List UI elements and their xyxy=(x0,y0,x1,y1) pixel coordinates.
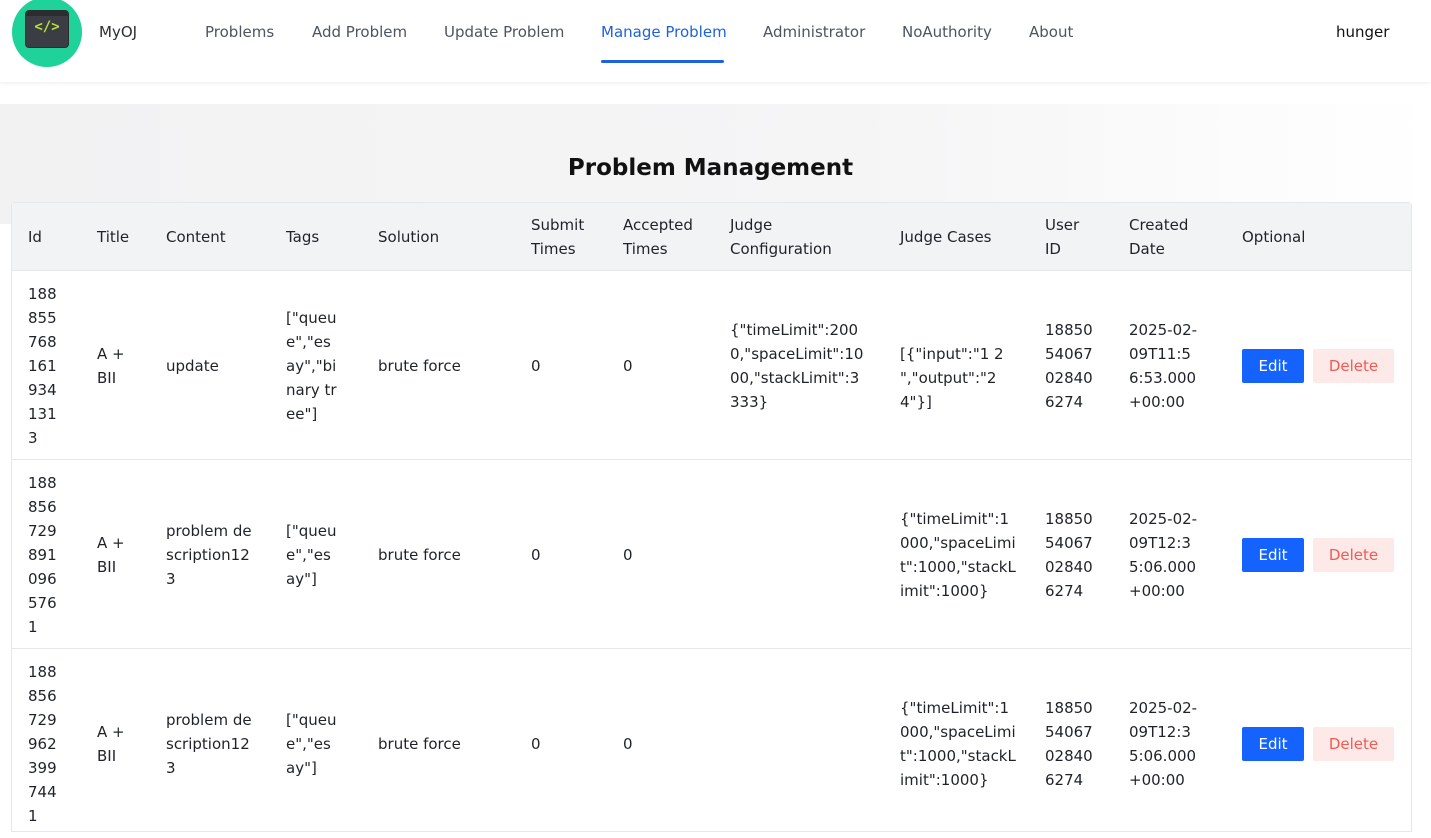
cell-tags: ["queue","esay","binary tree"] xyxy=(286,309,337,423)
logo-code-glyph: </> xyxy=(34,19,60,35)
terminal-titlebar xyxy=(26,11,68,16)
cell-content: update xyxy=(166,357,219,375)
cell-solution: brute force xyxy=(378,735,461,753)
nav-noauthority[interactable]: NoAuthority xyxy=(902,23,992,41)
username[interactable]: hunger xyxy=(1336,23,1389,41)
col-header-judge-cases: Judge Cases xyxy=(900,228,992,246)
cell-accepted-times: 0 xyxy=(623,546,633,564)
col-header-accepted-times: Accepted Times xyxy=(623,216,693,258)
cell-id: 1888567298910965761 xyxy=(28,474,57,636)
cell-title: A + BII xyxy=(97,723,125,765)
col-header-created-date: Created Date xyxy=(1129,216,1189,258)
delete-button[interactable]: Delete xyxy=(1313,538,1394,572)
cell-created-date: 2025-02-09T11:56:53.000+00:00 xyxy=(1129,321,1198,411)
cell-content: problem description123 xyxy=(166,711,252,777)
cell-judge-cases: {"timeLimit":1000,"spaceLimit":1000,"sta… xyxy=(900,510,1016,600)
cell-submit-times: 0 xyxy=(531,735,541,753)
code-terminal-icon: </> xyxy=(25,10,69,48)
cell-content: problem description123 xyxy=(166,522,252,588)
col-header-solution: Solution xyxy=(378,228,440,246)
cell-submit-times: 0 xyxy=(531,546,541,564)
delete-button[interactable]: Delete xyxy=(1313,349,1394,383)
page-title: Problem Management xyxy=(567,155,854,181)
cell-id: 1888557681619341313 xyxy=(28,285,57,447)
table-row: 1888567298910965761 A + BII problem desc… xyxy=(12,460,1411,649)
col-header-submit-times: Submit Times xyxy=(531,216,585,258)
cell-accepted-times: 0 xyxy=(623,735,633,753)
cell-solution: brute force xyxy=(378,357,461,375)
cell-judge-configuration: {"timeLimit":2000,"spaceLimit":1000,"sta… xyxy=(730,321,864,411)
col-header-title: Title xyxy=(97,228,130,246)
cell-judge-cases: [{"input":"1 2 ","output":"2 4"}] xyxy=(900,345,1004,411)
delete-button[interactable]: Delete xyxy=(1313,727,1394,761)
cell-user-id: 1885054067028406274 xyxy=(1045,321,1093,411)
cell-created-date: 2025-02-09T12:35:06.000+00:00 xyxy=(1129,699,1198,789)
col-header-optional: Optional xyxy=(1242,228,1306,246)
cell-user-id: 1885054067028406274 xyxy=(1045,510,1093,600)
col-header-content: Content xyxy=(166,228,226,246)
cell-created-date: 2025-02-09T12:35:06.000+00:00 xyxy=(1129,510,1198,600)
nav-administrator[interactable]: Administrator xyxy=(763,23,865,41)
logo[interactable]: </> xyxy=(12,0,82,67)
edit-button[interactable]: Edit xyxy=(1242,538,1304,572)
top-navbar: </> MyOJ Problems Add Problem Update Pro… xyxy=(0,0,1431,82)
col-header-user-id: User ID xyxy=(1045,216,1080,258)
cell-id: 1888567299623997441 xyxy=(28,663,57,825)
nav-about[interactable]: About xyxy=(1029,23,1073,41)
col-header-judge-configuration: Judge Configuration xyxy=(730,216,832,258)
table-row: 1888557681619341313 A + BII update ["que… xyxy=(12,271,1411,460)
cell-tags: ["queue","esay"] xyxy=(286,711,337,777)
cell-tags: ["queue","esay"] xyxy=(286,522,337,588)
cell-title: A + BII xyxy=(97,534,125,576)
brand-name[interactable]: MyOJ xyxy=(99,23,137,41)
col-header-tags: Tags xyxy=(286,228,320,246)
cell-accepted-times: 0 xyxy=(623,357,633,375)
cell-judge-cases: {"timeLimit":1000,"spaceLimit":1000,"sta… xyxy=(900,699,1016,789)
cell-submit-times: 0 xyxy=(531,357,541,375)
cell-user-id: 1885054067028406274 xyxy=(1045,699,1093,789)
active-nav-indicator xyxy=(601,60,724,63)
table-header: Id Title Content Tags Solution Submit Ti… xyxy=(12,203,1411,271)
edit-button[interactable]: Edit xyxy=(1242,727,1304,761)
nav-add-problem[interactable]: Add Problem xyxy=(312,23,407,41)
edit-button[interactable]: Edit xyxy=(1242,349,1304,383)
col-header-id: Id xyxy=(28,228,42,246)
nav-manage-problem[interactable]: Manage Problem xyxy=(601,23,727,41)
cell-solution: brute force xyxy=(378,546,461,564)
cell-title: A + BII xyxy=(97,345,125,387)
nav-update-problem[interactable]: Update Problem xyxy=(444,23,564,41)
table-row: 1888567299623997441 A + BII problem desc… xyxy=(12,649,1411,838)
nav-problems[interactable]: Problems xyxy=(205,23,274,41)
problems-table: Id Title Content Tags Solution Submit Ti… xyxy=(11,202,1412,832)
